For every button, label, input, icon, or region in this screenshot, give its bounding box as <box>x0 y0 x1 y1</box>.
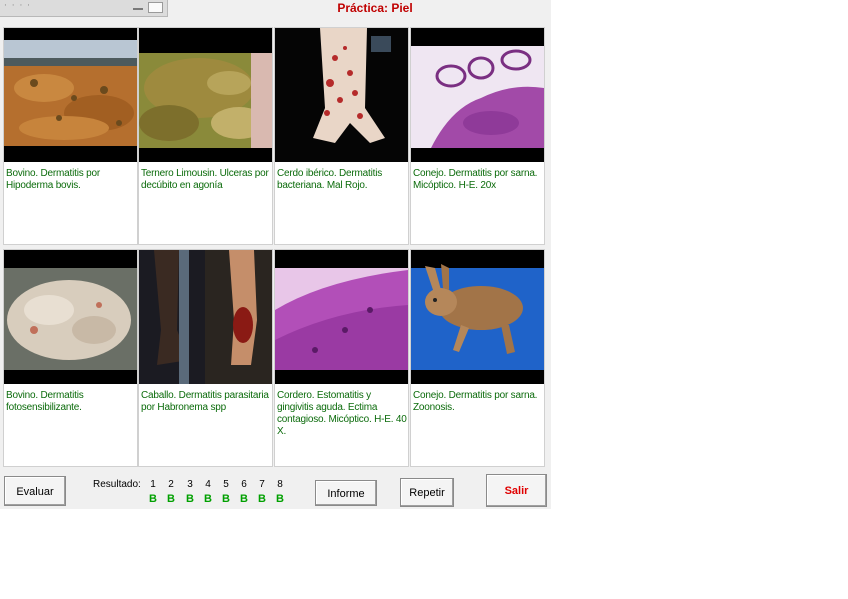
card-caption: Bovino. Dermatitis fotosensibilizante. <box>6 390 84 413</box>
result-number: 8 <box>277 479 283 490</box>
result-label: Resultado: <box>93 479 141 490</box>
card-caption: Ternero Limousin. Ulceras por decúbito e… <box>141 168 269 191</box>
repeat-button[interactable]: Repetir <box>400 478 454 507</box>
window-titlebar[interactable]: · · · · <box>0 0 168 17</box>
result-number: 6 <box>241 479 247 490</box>
card-5[interactable]: Bovino. Dermatitis fotosensibilizante. <box>3 249 138 467</box>
photo-horse-habronema[interactable] <box>139 250 272 384</box>
result-number: 1 <box>150 479 156 490</box>
result-number: 5 <box>223 479 229 490</box>
photo-bovine-hipoderma[interactable] <box>4 28 137 162</box>
minimize-icon[interactable] <box>131 2 145 13</box>
result-value: B <box>186 493 194 505</box>
card-1[interactable]: Bovino. Dermatitis por Hipoderma bovis. <box>3 27 138 245</box>
app-window: · · · · Práctica: Piel Bovino. Dermatiti… <box>0 0 551 509</box>
card-7[interactable]: Cordero. Estomatitis y gingivitis aguda.… <box>274 249 409 467</box>
card-4[interactable]: Conejo. Dermatitis por sarna. Micóptico.… <box>410 27 545 245</box>
card-2[interactable]: Ternero Limousin. Ulceras por decúbito e… <box>138 27 273 245</box>
card-caption: Bovino. Dermatitis por Hipoderma bovis. <box>6 168 100 191</box>
card-6[interactable]: Caballo. Dermatitis parasitaria por Habr… <box>138 249 273 467</box>
card-caption: Conejo. Dermatitis por sarna. Zoonosis. <box>413 390 538 413</box>
result-number: 4 <box>205 479 211 490</box>
photo-rabbit-mange[interactable] <box>411 250 544 384</box>
result-value: B <box>204 493 212 505</box>
photo-calf-ulcers[interactable] <box>139 28 272 162</box>
result-number: 2 <box>168 479 174 490</box>
card-3[interactable]: Cerdo ibérico. Dermatitis bacteriana. Ma… <box>274 27 409 245</box>
card-caption: Conejo. Dermatitis por sarna. Micóptico.… <box>413 168 538 191</box>
result-value: B <box>149 493 157 505</box>
photo-lamb-ectima-histology[interactable] <box>275 250 408 384</box>
result-number: 3 <box>187 479 193 490</box>
titlebar-dots-icon: · · · · <box>4 1 32 11</box>
result-value: B <box>276 493 284 505</box>
result-number: 7 <box>259 479 265 490</box>
maximize-icon[interactable] <box>148 2 163 13</box>
result-value: B <box>240 493 248 505</box>
evaluate-button[interactable]: Evaluar <box>4 476 66 506</box>
card-8[interactable]: Conejo. Dermatitis por sarna. Zoonosis. <box>410 249 545 467</box>
card-caption: Cordero. Estomatitis y gingivitis aguda.… <box>277 390 407 437</box>
result-value: B <box>258 493 266 505</box>
report-button[interactable]: Informe <box>315 480 377 506</box>
page-title: Práctica: Piel <box>337 1 413 15</box>
result-value: B <box>167 493 175 505</box>
card-caption: Caballo. Dermatitis parasitaria por Habr… <box>141 390 269 413</box>
result-value: B <box>222 493 230 505</box>
photo-bovine-photosensitization[interactable] <box>4 250 137 384</box>
card-caption: Cerdo ibérico. Dermatitis bacteriana. Ma… <box>277 168 383 191</box>
exit-button[interactable]: Salir <box>486 474 547 507</box>
photo-rabbit-mange-histology[interactable] <box>411 28 544 162</box>
photo-pig-mal-rojo[interactable] <box>275 28 408 162</box>
